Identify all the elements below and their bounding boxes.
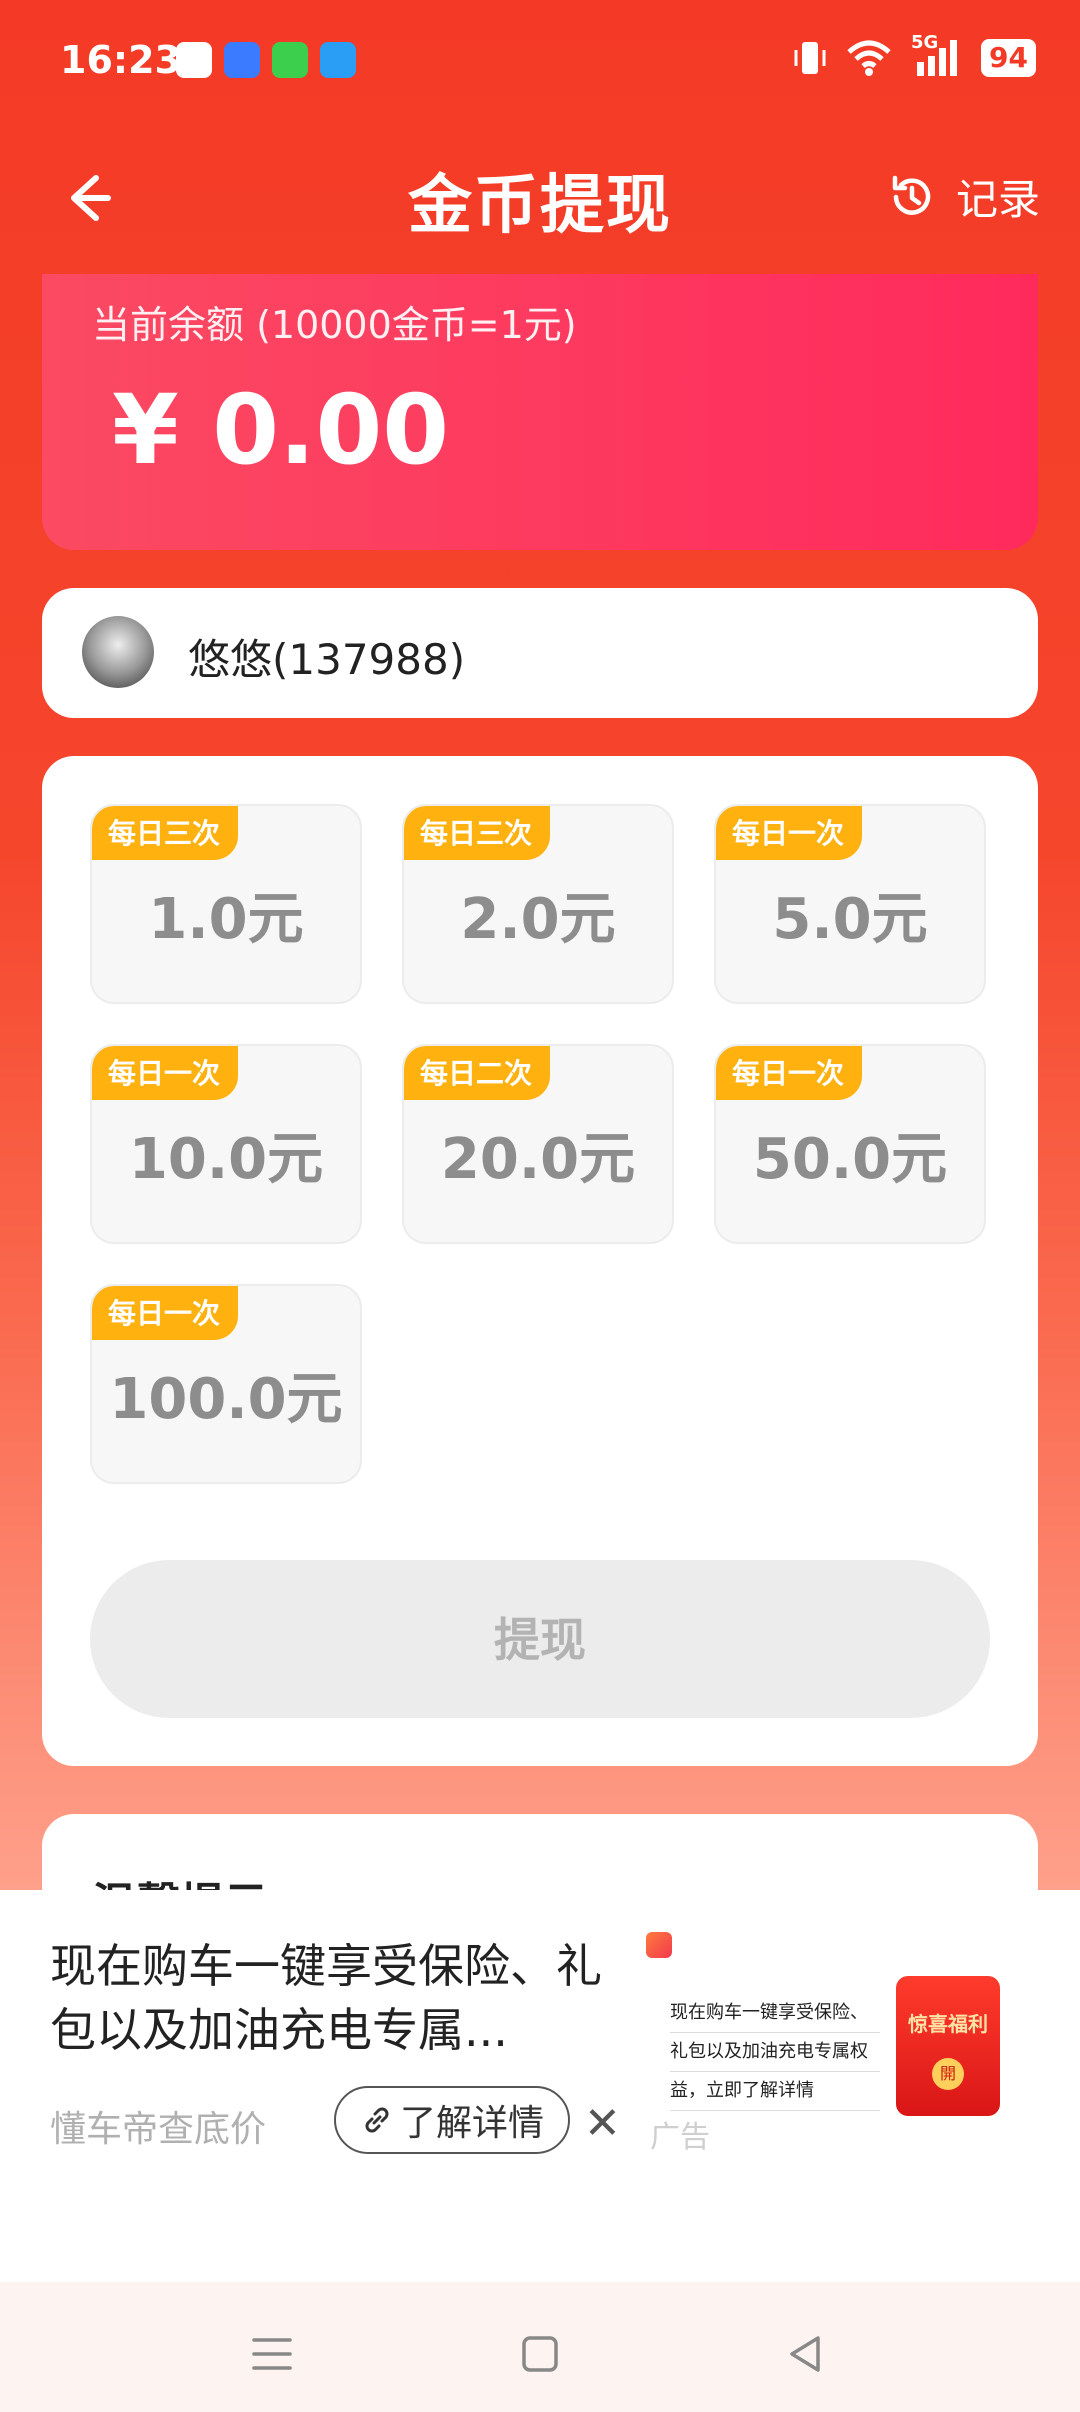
option-value: 5.0元 bbox=[772, 887, 928, 952]
ad-thumbnail-line: 现在购车一键享受保险、 bbox=[670, 1994, 880, 2033]
withdraw-option[interactable]: 每日二次 20.0元 bbox=[402, 1044, 674, 1244]
history-icon bbox=[892, 175, 931, 215]
withdraw-option[interactable]: 每日一次 5.0元 bbox=[714, 804, 986, 1004]
records-button[interactable]: 记录 bbox=[886, 166, 1040, 227]
option-badge: 每日一次 bbox=[92, 1046, 239, 1100]
ad-detail-label: 了解详情 bbox=[400, 2103, 545, 2144]
option-value: 100.0元 bbox=[109, 1367, 343, 1432]
option-value: 2.0元 bbox=[460, 887, 616, 952]
battery-indicator: 94 bbox=[981, 39, 1036, 77]
phone-app-icon bbox=[272, 42, 308, 78]
withdraw-option[interactable]: 每日一次 100.0元 bbox=[90, 1284, 362, 1484]
balance-card: 当前余额 (10000金币=1元) ¥ 0.00 bbox=[42, 274, 1038, 550]
balance-amount: ¥ 0.00 bbox=[112, 374, 450, 486]
withdraw-option[interactable]: 每日三次 2.0元 bbox=[402, 804, 674, 1004]
search-app-icon bbox=[176, 42, 212, 78]
red-packet-image: 惊喜福利 開 bbox=[896, 1976, 1000, 2116]
option-badge: 每日一次 bbox=[716, 1046, 863, 1100]
option-value: 10.0元 bbox=[128, 1127, 324, 1192]
status-bar: 16:23 5G 94 bbox=[0, 0, 1080, 120]
ad-thumbnail-text: 现在购车一键享受保险、 礼包以及加油充电专属权 益，立即了解详情 bbox=[670, 1994, 880, 2111]
withdraw-option[interactable]: 每日三次 1.0元 bbox=[90, 804, 362, 1004]
app-logo-icon bbox=[646, 1932, 672, 1958]
close-icon[interactable]: ✕ bbox=[584, 2098, 621, 2149]
browser-app-icon bbox=[224, 42, 260, 78]
system-nav-bar bbox=[0, 2282, 1080, 2412]
ad-text[interactable]: 现在购车一键享受保险、礼包以及加油充电专属... bbox=[50, 1934, 610, 2062]
option-badge: 每日三次 bbox=[92, 806, 239, 860]
title-bar: 金币提现 记录 bbox=[0, 140, 1080, 250]
vibrate-icon bbox=[794, 42, 826, 74]
ad-thumbnail-line: 益，立即了解详情 bbox=[670, 2072, 880, 2111]
red-packet-label: 惊喜福利 bbox=[908, 2012, 988, 2036]
notification-icons bbox=[176, 42, 356, 78]
back-triangle-icon[interactable] bbox=[776, 2324, 836, 2384]
avatar bbox=[82, 616, 154, 688]
ad-banner[interactable]: 现在购车一键享受保险、礼包以及加油充电专属... 懂车帝查底价 了解详情 ✕ 现… bbox=[0, 1890, 1080, 2280]
red-packet-open-button: 開 bbox=[932, 2058, 964, 2090]
option-value: 50.0元 bbox=[752, 1127, 948, 1192]
withdraw-options-card: 每日三次 1.0元 每日三次 2.0元 每日一次 5.0元 每日一次 10.0元… bbox=[42, 756, 1038, 1766]
user-name: 悠悠(137988) bbox=[188, 635, 466, 684]
balance-label: 当前余额 (10000金币=1元) bbox=[92, 303, 577, 347]
system-icons: 5G 94 bbox=[793, 32, 1036, 80]
link-icon bbox=[365, 2107, 389, 2133]
ad-detail-button[interactable]: 了解详情 bbox=[334, 2086, 571, 2154]
ad-source: 懂车帝查底价 bbox=[50, 2109, 267, 2150]
withdraw-option[interactable]: 每日一次 10.0元 bbox=[90, 1044, 362, 1244]
option-value: 1.0元 bbox=[148, 887, 304, 952]
cellular-signal-icon: 5G bbox=[911, 32, 963, 80]
option-badge: 每日一次 bbox=[92, 1286, 239, 1340]
wifi-icon bbox=[847, 40, 891, 76]
option-badge: 每日三次 bbox=[404, 806, 551, 860]
option-badge: 每日二次 bbox=[404, 1046, 551, 1100]
qq-app-icon bbox=[320, 42, 356, 78]
option-badge: 每日一次 bbox=[716, 806, 863, 860]
ad-label: 广告 bbox=[650, 2120, 710, 2155]
ad-thumbnail-line: 礼包以及加油充电专属权 bbox=[670, 2033, 880, 2072]
menu-icon[interactable] bbox=[242, 2324, 302, 2384]
withdraw-option[interactable]: 每日一次 50.0元 bbox=[714, 1044, 986, 1244]
option-value: 20.0元 bbox=[440, 1127, 636, 1192]
withdraw-button[interactable]: 提现 bbox=[90, 1560, 990, 1718]
home-icon[interactable] bbox=[510, 2324, 570, 2384]
status-time: 16:23 bbox=[60, 38, 181, 82]
user-card: 悠悠(137988) bbox=[42, 588, 1038, 718]
records-label: 记录 bbox=[955, 175, 1040, 224]
